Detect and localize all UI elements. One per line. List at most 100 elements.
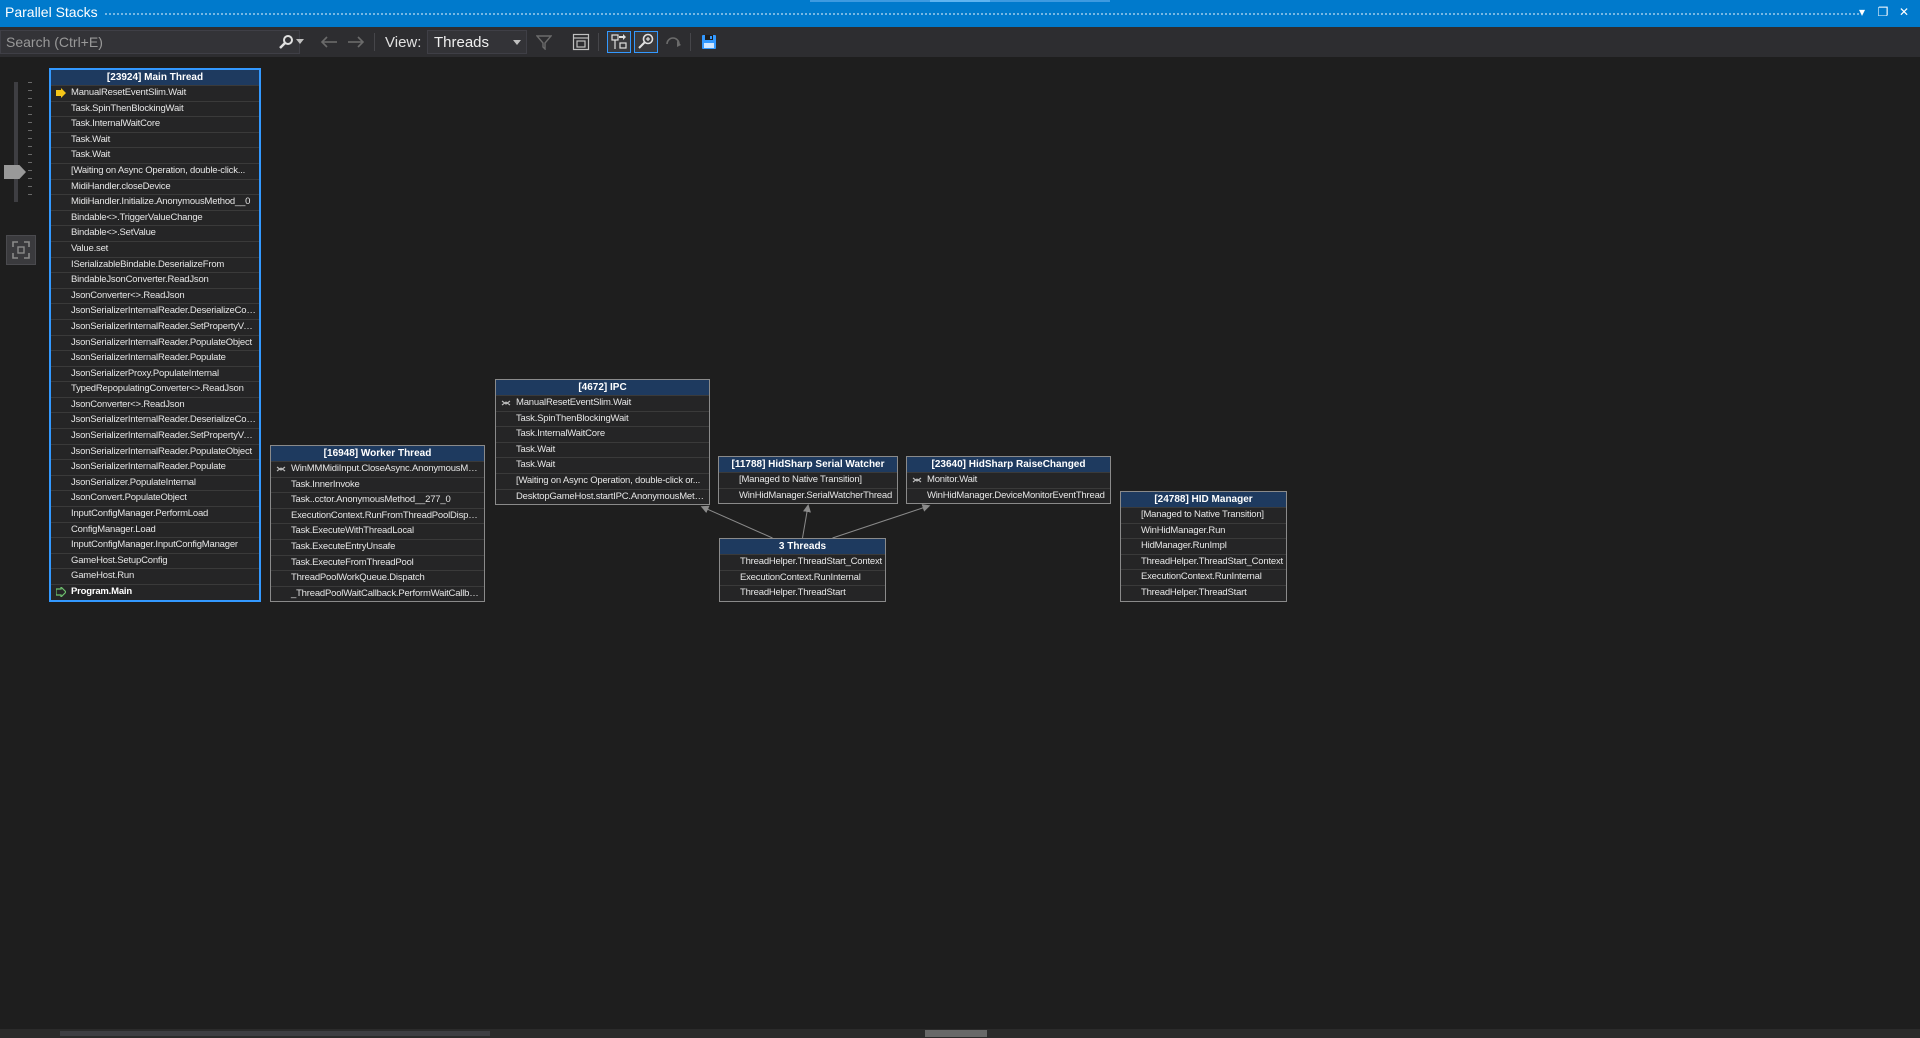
auto-scroll-to-current-frame-icon[interactable]: [607, 31, 631, 53]
stack-frame[interactable]: WinHidManager.Run: [1121, 522, 1286, 539]
stack-frame-label: ManualResetEventSlim.Wait: [516, 397, 632, 408]
filter-icon[interactable]: [533, 31, 555, 53]
stack-frame[interactable]: ThreadHelper.ThreadStart: [720, 585, 885, 601]
stack-node-serial[interactable]: [11788] HidSharp Serial Watcher [Managed …: [718, 456, 898, 505]
stack-frame[interactable]: Task.SpinThenBlockingWait: [51, 100, 259, 117]
stack-frame[interactable]: JsonConverter<>.ReadJson: [51, 396, 259, 413]
stack-frame[interactable]: Monitor.Wait: [907, 472, 1110, 488]
stack-frame[interactable]: Task.InternalWaitCore: [496, 426, 709, 442]
stack-frame[interactable]: ExecutionContext.RunFromThreadPoolDispat…: [271, 507, 484, 524]
stack-node-header[interactable]: [11788] HidSharp Serial Watcher: [719, 457, 897, 472]
stack-node-raise[interactable]: [23640] HidSharp RaiseChanged Monitor.Wai…: [906, 456, 1111, 505]
stack-frame[interactable]: Program.Main: [51, 584, 259, 600]
toggle-method-view-icon[interactable]: [570, 31, 592, 53]
zoom-to-fit-button[interactable]: [6, 235, 36, 265]
stack-frame[interactable]: WinHidManager.DeviceMonitorEventThread: [907, 487, 1110, 504]
stack-node-worker[interactable]: [16948] Worker Thread WinMMMidiInput.Clos…: [270, 445, 485, 603]
stack-frame[interactable]: JsonSerializerInternalReader.Deserialize…: [51, 303, 259, 319]
stack-frame[interactable]: Task.InternalWaitCore: [51, 116, 259, 132]
close-window-icon[interactable]: ✕: [1896, 4, 1912, 20]
stack-node-header[interactable]: 3 Threads: [720, 539, 885, 554]
stack-frame[interactable]: GameHost.SetupConfig: [51, 552, 259, 569]
stack-node-main[interactable]: [23924] Main Thread ManualResetEventSlim.…: [49, 68, 261, 602]
search-input[interactable]: [6, 33, 266, 51]
stack-frame[interactable]: ThreadHelper.ThreadStart_Context: [1121, 553, 1286, 570]
stack-node-header[interactable]: [23640] HidSharp RaiseChanged: [907, 457, 1110, 472]
search-options-dropdown-icon[interactable]: [294, 31, 306, 53]
stack-frame[interactable]: ExecutionContext.RunInternal: [1121, 569, 1286, 585]
stack-frame[interactable]: JsonSerializerInternalReader.PopulateObj…: [51, 334, 259, 351]
stack-frame[interactable]: ConfigManager.Load: [51, 521, 259, 538]
stack-node-ipc[interactable]: [4672] IPC ManualResetEventSlim.Wait Task.…: [495, 379, 710, 506]
stack-frame[interactable]: JsonSerializerInternalReader.Populate: [51, 459, 259, 475]
stack-frame[interactable]: ISerializableBindable.DeserializeFrom: [51, 256, 259, 273]
stack-frame[interactable]: Task.ExecuteFromThreadPool: [271, 554, 484, 571]
stack-frame[interactable]: [Managed to Native Transition]: [1121, 507, 1286, 523]
stack-frame-label: JsonSerializerInternalReader.SetProperty…: [71, 430, 259, 442]
stack-frame[interactable]: DesktopGameHost.startIPC.AnonymousMeth..…: [496, 488, 709, 505]
stack-frame[interactable]: JsonConvert.PopulateObject: [51, 490, 259, 506]
stack-frame[interactable]: Task.Wait: [51, 131, 259, 148]
title-bar-grip[interactable]: [104, 12, 1860, 16]
stack-frame[interactable]: ManualResetEventSlim.Wait: [51, 85, 259, 101]
stack-frame[interactable]: Task..cctor.AnonymousMethod__277_0: [271, 492, 484, 508]
stack-frame-label: Bindable<>.TriggerValueChange: [71, 211, 203, 223]
stack-frame[interactable]: [Waiting on Async Operation, double-clic…: [51, 162, 259, 179]
stack-frame[interactable]: WinMMMidiInput.CloseAsync.AnonymousMeth.…: [271, 461, 484, 477]
save-icon[interactable]: [698, 31, 720, 53]
window-menu-dropdown-icon[interactable]: ▾: [1854, 4, 1870, 20]
stack-frame[interactable]: HidManager.RunImpl: [1121, 538, 1286, 554]
stack-frame[interactable]: Task.Wait: [51, 147, 259, 163]
stack-frame[interactable]: Task.SpinThenBlockingWait: [496, 410, 709, 427]
stack-frame[interactable]: JsonSerializerProxy.PopulateInternal: [51, 365, 259, 382]
stack-frame[interactable]: GameHost.Run: [51, 568, 259, 584]
stack-frame[interactable]: MidiHandler.Initialize.AnonymousMethod__…: [51, 194, 259, 210]
stack-frame[interactable]: InputConfigManager.InputConfigManager: [51, 537, 259, 553]
view-dropdown[interactable]: Threads: [427, 30, 527, 54]
stack-frame[interactable]: ExecutionContext.RunInternal: [720, 569, 885, 586]
stack-frame[interactable]: JsonSerializerInternalReader.Populate: [51, 350, 259, 366]
scrollbar-thumb[interactable]: [925, 1030, 987, 1037]
toggle-zoom-control-icon[interactable]: [634, 31, 658, 53]
zoom-slider-thumb[interactable]: [4, 165, 26, 179]
stack-frame[interactable]: Task.ExecuteWithThreadLocal: [271, 523, 484, 539]
stack-frame[interactable]: JsonSerializerInternalReader.SetProperty…: [51, 428, 259, 444]
horizontal-scrollbar[interactable]: [0, 1029, 1920, 1038]
stack-frame[interactable]: JsonSerializerInternalReader.Deserialize…: [51, 412, 259, 428]
stack-frame[interactable]: WinHidManager.SerialWatcherThread: [719, 487, 897, 504]
restore-window-icon[interactable]: ❐: [1875, 4, 1891, 20]
stack-node-three[interactable]: 3 Threads ThreadHelper.ThreadStart_Contex…: [719, 538, 886, 602]
stack-node-hidmgr[interactable]: [24788] HID Manager [Managed to Native Tr…: [1120, 491, 1287, 602]
stack-frame[interactable]: Task.Wait: [496, 457, 709, 473]
stack-frame[interactable]: Value.set: [51, 240, 259, 257]
stack-frame[interactable]: ThreadHelper.ThreadStart: [1121, 584, 1286, 601]
stack-frame[interactable]: MidiHandler.closeDevice: [51, 178, 259, 195]
stack-node-header[interactable]: [23924] Main Thread: [51, 70, 259, 85]
stack-frame[interactable]: _ThreadPoolWaitCallback.PerformWaitCallb…: [271, 585, 484, 602]
reverse-layout-icon[interactable]: [662, 31, 684, 53]
stack-frame[interactable]: JsonSerializerInternalReader.PopulateObj…: [51, 443, 259, 460]
stack-frame[interactable]: [Managed to Native Transition]: [719, 472, 897, 488]
stack-frame[interactable]: Bindable<>.SetValue: [51, 225, 259, 241]
back-arrow-icon[interactable]: [318, 31, 340, 53]
stack-frame[interactable]: ManualResetEventSlim.Wait: [496, 395, 709, 411]
stack-frame[interactable]: ThreadHelper.ThreadStart_Context: [720, 554, 885, 570]
stack-frame[interactable]: Task.ExecuteEntryUnsafe: [271, 538, 484, 555]
stack-frame[interactable]: InputConfigManager.PerformLoad: [51, 506, 259, 522]
stack-frame[interactable]: JsonSerializer.PopulateInternal: [51, 474, 259, 491]
forward-arrow-icon[interactable]: [345, 31, 367, 53]
stack-frame[interactable]: JsonSerializerInternalReader.SetProperty…: [51, 318, 259, 335]
stack-frame[interactable]: Bindable<>.TriggerValueChange: [51, 209, 259, 226]
stack-frame[interactable]: TypedRepopulatingConverter<>.ReadJson: [51, 381, 259, 397]
stack-frame[interactable]: BindableJsonConverter.ReadJson: [51, 272, 259, 288]
stack-node-header[interactable]: [4672] IPC: [496, 380, 709, 395]
stack-frame[interactable]: JsonConverter<>.ReadJson: [51, 287, 259, 304]
stack-frame[interactable]: [Waiting on Async Operation, double-clic…: [496, 472, 709, 489]
stack-node-header[interactable]: [24788] HID Manager: [1121, 492, 1286, 507]
zoom-slider-track[interactable]: [14, 82, 18, 202]
stack-frame[interactable]: Task.Wait: [496, 441, 709, 458]
stack-frame[interactable]: ThreadPoolWorkQueue.Dispatch: [271, 570, 484, 586]
stack-frame[interactable]: Task.InnerInvoke: [271, 476, 484, 493]
stack-node-header[interactable]: [16948] Worker Thread: [271, 446, 484, 461]
parallel-stacks-canvas[interactable]: [23924] Main Thread ManualResetEventSlim.…: [0, 57, 1920, 1029]
